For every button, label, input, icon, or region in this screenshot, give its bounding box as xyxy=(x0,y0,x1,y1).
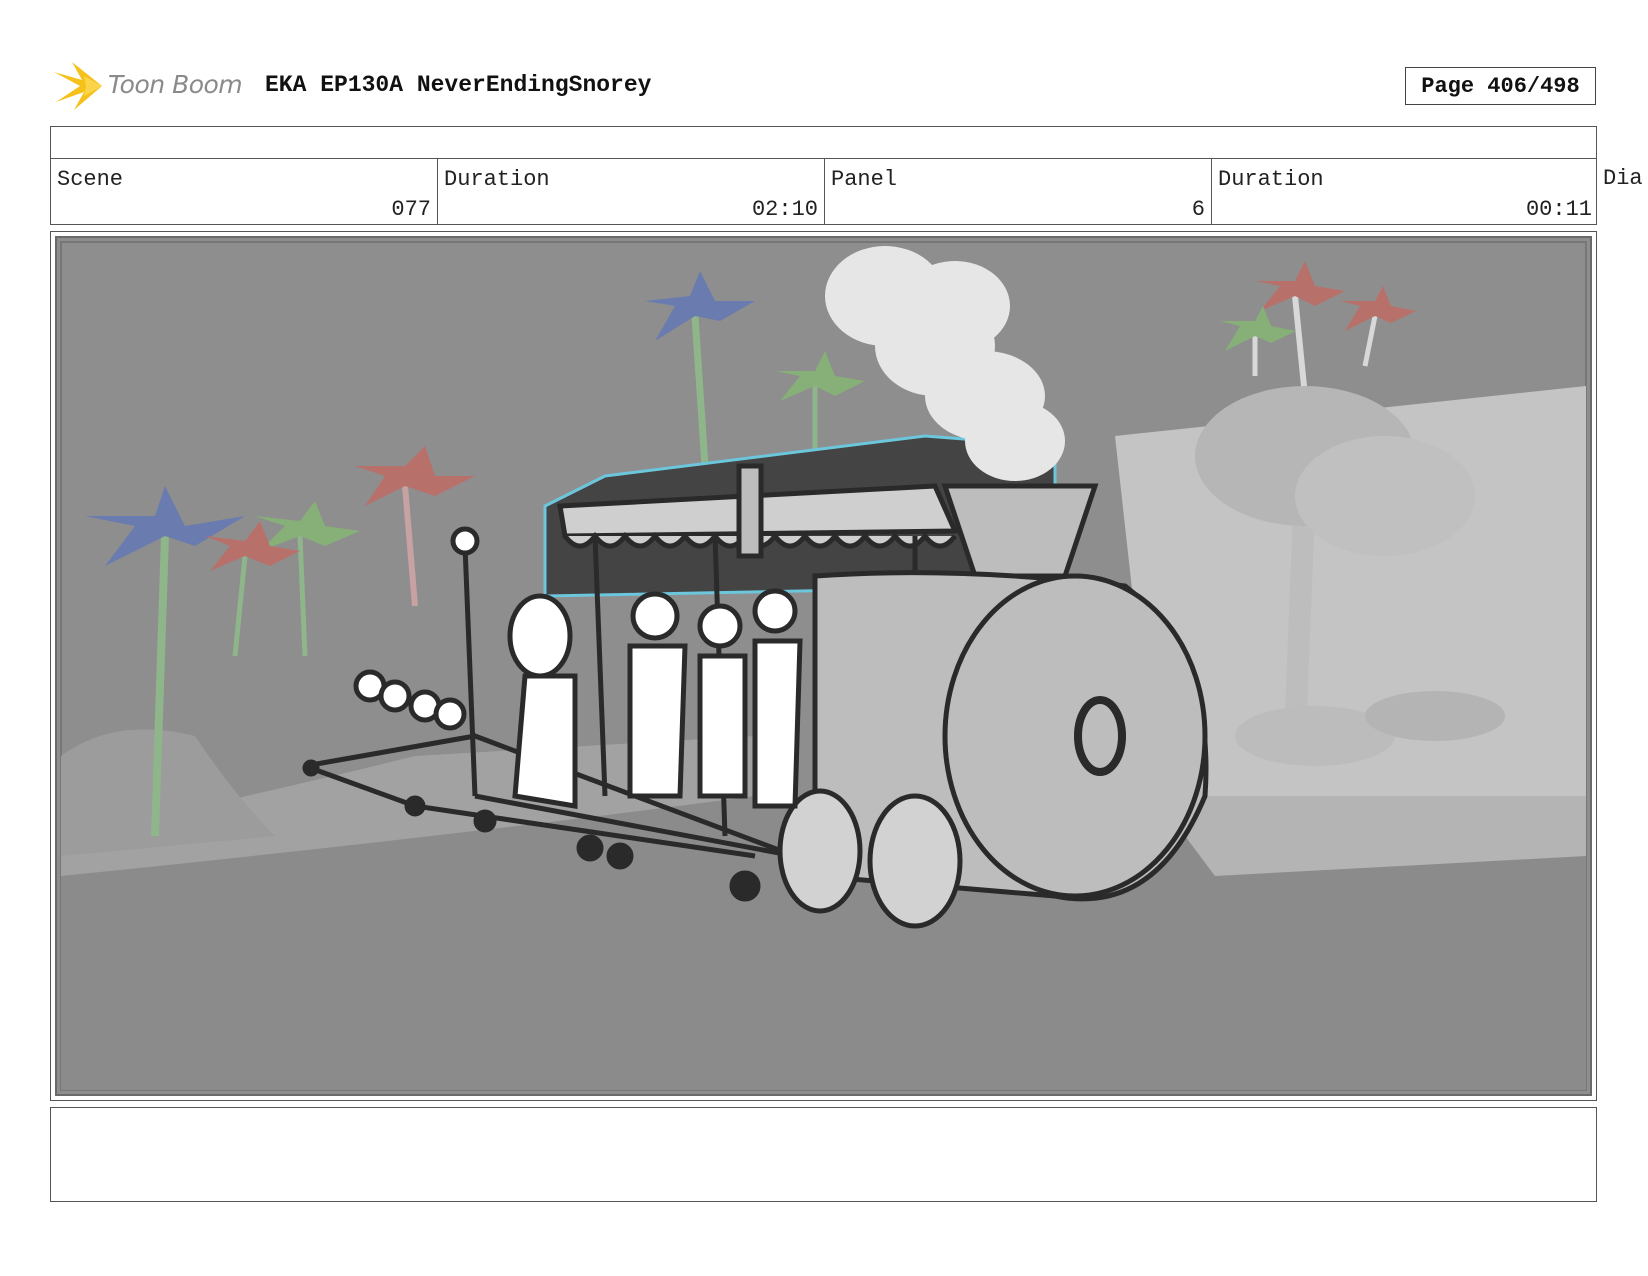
page-indicator: Page 406/498 xyxy=(1405,67,1596,105)
scene-cell: Scene 077 xyxy=(51,159,438,224)
panel-value: 6 xyxy=(1191,197,1205,222)
info-row: Scene 077 Duration 02:10 Panel 6 Duratio… xyxy=(50,158,1597,225)
logo-text: Toon Boom xyxy=(108,70,243,99)
storyboard-panel xyxy=(50,231,1597,1101)
header-strip xyxy=(50,126,1597,159)
starburst-icon xyxy=(54,62,102,110)
scene-label: Scene xyxy=(57,167,124,192)
panel-duration-value: 00:11 xyxy=(1525,197,1592,222)
scene-value: 077 xyxy=(391,197,431,222)
panel-cell: Panel 6 xyxy=(825,159,1212,224)
document-title: EKA EP130A NeverEndingSnorey xyxy=(265,72,652,98)
panel-label: Panel xyxy=(831,167,898,192)
scene-duration-label: Duration xyxy=(444,167,550,192)
dialogue-label-truncated: Dia xyxy=(1603,166,1643,191)
scene-duration-cell: Duration 02:10 xyxy=(438,159,825,224)
panel-artwork xyxy=(55,236,1592,1096)
panel-duration-label: Duration xyxy=(1218,167,1324,192)
notes-box xyxy=(50,1107,1597,1202)
panel-duration-cell: Duration 00:11 xyxy=(1212,159,1598,224)
scene-duration-value: 02:10 xyxy=(751,197,818,222)
